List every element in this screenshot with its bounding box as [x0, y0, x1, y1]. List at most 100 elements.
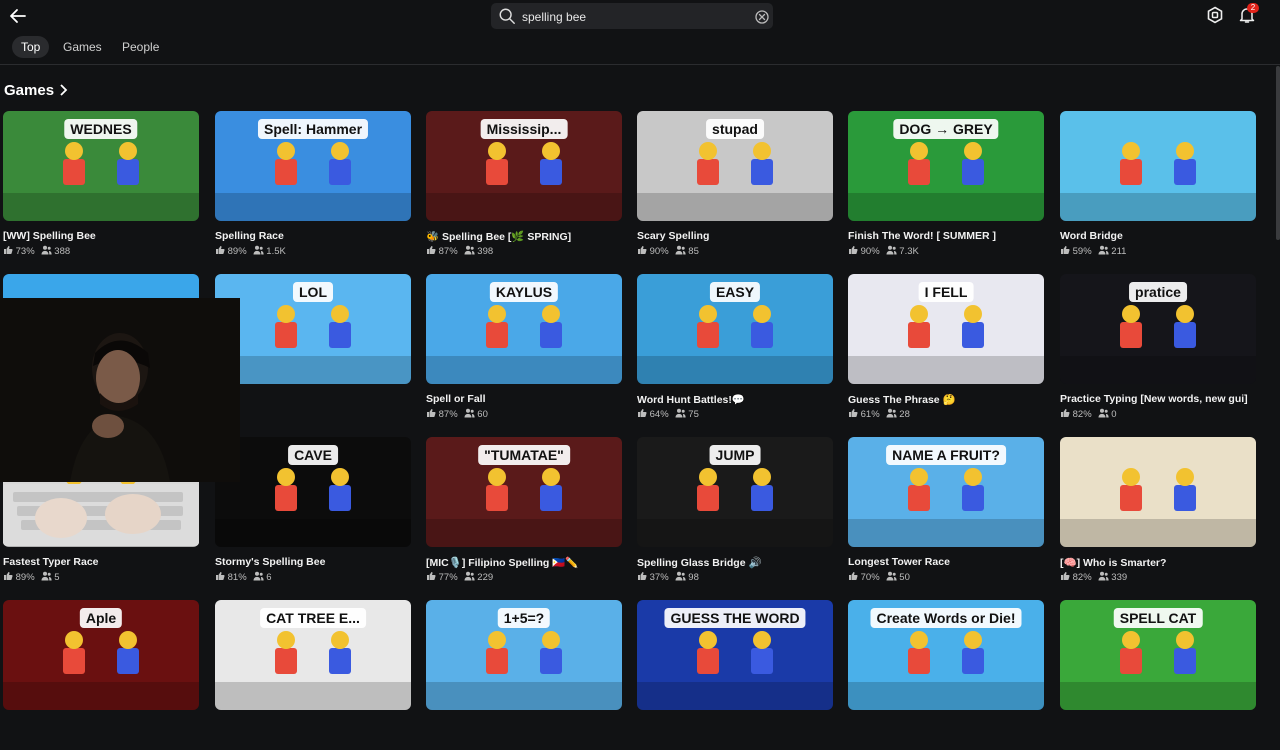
thumbnail-text: SPELL CAT: [1113, 608, 1203, 628]
game-thumbnail[interactable]: GUESS THE WORD: [637, 600, 833, 710]
scrollbar[interactable]: [1276, 66, 1280, 240]
game-thumbnail[interactable]: CAT TREE E...: [215, 600, 411, 710]
game-thumbnail[interactable]: 1+5=?: [426, 600, 622, 710]
game-thumbnail[interactable]: JUMP: [637, 437, 833, 547]
thumbs-up-icon: [216, 246, 225, 254]
game-thumbnail[interactable]: [1060, 111, 1256, 221]
search-icon: [499, 8, 515, 24]
game-stats: 87% 60: [426, 408, 494, 420]
thumbs-up-icon: [427, 409, 436, 417]
game-card[interactable]: stupad Scary Spelling 90% 85: [637, 111, 833, 261]
game-thumbnail[interactable]: LOL: [215, 274, 411, 384]
game-title[interactable]: Spell or Fall: [426, 393, 622, 405]
game-thumbnail[interactable]: Create Words or Die!: [848, 600, 1044, 710]
game-stats: 37% 98: [637, 571, 705, 583]
thumbnail-text: WEDNES: [64, 119, 138, 139]
game-thumbnail[interactable]: Aple: [3, 600, 199, 710]
player-count: 6: [266, 572, 272, 583]
game-card[interactable]: Create Words or Die!: [848, 600, 1044, 750]
player-count: 229: [477, 572, 494, 583]
game-card[interactable]: KAYLUS Spell or Fall 87% 60: [426, 274, 622, 424]
player-count: 398: [477, 246, 494, 257]
game-thumbnail[interactable]: KAYLUS: [426, 274, 622, 384]
game-title[interactable]: Spelling Race: [215, 230, 411, 242]
game-title[interactable]: Spelling Glass Bridge 🔊: [637, 556, 833, 569]
game-title[interactable]: Stormy's Spelling Bee: [215, 556, 411, 568]
thumbnail-text: 1+5=?: [497, 608, 551, 628]
back-arrow-icon[interactable]: [6, 4, 30, 28]
game-card[interactable]: CAT TREE E...: [215, 600, 411, 750]
game-card[interactable]: 1+5=?: [426, 600, 622, 750]
thumbnail-art: [1060, 142, 1256, 221]
player-count: 85: [688, 246, 699, 257]
game-card[interactable]: NAME A FRUIT? Longest Tower Race 70% 50: [848, 437, 1044, 587]
thumbs-up-icon: [4, 246, 13, 254]
tab-top[interactable]: Top: [12, 36, 50, 58]
game-thumbnail[interactable]: pratice: [1060, 274, 1256, 384]
game-stats: 61% 28: [848, 408, 916, 420]
game-thumbnail[interactable]: [1060, 437, 1256, 547]
game-card[interactable]: Spell: Hammer Spelling Race 89% 1.5K: [215, 111, 411, 261]
game-thumbnail[interactable]: "TUMATAE": [426, 437, 622, 547]
game-card[interactable]: Mississip... 🐝 Spelling Bee [🌿 SPRING] 87…: [426, 111, 622, 261]
game-title[interactable]: Word Bridge: [1060, 230, 1256, 242]
game-card[interactable]: WEDNES [WW] Spelling Bee 73% 388: [3, 111, 199, 261]
game-title[interactable]: Word Hunt Battles!💬: [637, 393, 833, 406]
section-title: Games: [4, 82, 55, 99]
game-title[interactable]: Guess The Phrase 🤔: [848, 393, 1044, 406]
game-card[interactable]: Aple: [3, 600, 199, 750]
game-title[interactable]: [WW] Spelling Bee: [3, 230, 199, 242]
game-thumbnail[interactable]: stupad: [637, 111, 833, 221]
game-rating: 82%: [1072, 409, 1092, 420]
thumbnail-text: GUESS THE WORD: [664, 608, 806, 628]
search-input[interactable]: [520, 6, 744, 28]
game-card[interactable]: LOL: [215, 274, 411, 424]
game-card[interactable]: [🧠] Who is Smarter? 82% 339: [1060, 437, 1256, 587]
tab-people[interactable]: People: [113, 36, 168, 58]
robux-icon[interactable]: [1206, 6, 1224, 24]
game-thumbnail[interactable]: DOG → GREY: [848, 111, 1044, 221]
player-count: 28: [899, 409, 910, 420]
game-thumbnail[interactable]: NAME A FRUIT?: [848, 437, 1044, 547]
game-title[interactable]: Scary Spelling: [637, 230, 833, 242]
game-title[interactable]: Fastest Typer Race: [3, 556, 199, 568]
games-section-header[interactable]: Games: [4, 82, 68, 99]
game-title[interactable]: 🐝 Spelling Bee [🌿 SPRING]: [426, 230, 622, 243]
game-title[interactable]: [MIC🎙️] Filipino Spelling 🇵🇭✏️: [426, 556, 622, 569]
game-title[interactable]: Practice Typing [New words, new gui]: [1060, 393, 1256, 405]
game-thumbnail[interactable]: SPELL CAT: [1060, 600, 1256, 710]
game-thumbnail[interactable]: Mississip...: [426, 111, 622, 221]
game-card[interactable]: CAVE Stormy's Spelling Bee 81% 6: [215, 437, 411, 587]
game-card[interactable]: GUESS THE WORD: [637, 600, 833, 750]
clear-search-icon[interactable]: [755, 10, 769, 24]
player-count: 50: [899, 572, 910, 583]
thumbnail-text: CAT TREE E...: [260, 608, 366, 628]
game-thumbnail[interactable]: I FELL: [848, 274, 1044, 384]
game-card[interactable]: DOG → GREY Finish The Word! [ SUMMER ] 90…: [848, 111, 1044, 261]
player-count: 1.5K: [266, 246, 286, 257]
game-thumbnail[interactable]: WEDNES: [3, 111, 199, 221]
game-thumbnail[interactable]: Spell: Hammer: [215, 111, 411, 221]
players-icon: [675, 571, 686, 581]
game-card[interactable]: JUMP Spelling Glass Bridge 🔊 37% 98: [637, 437, 833, 587]
game-card[interactable]: "TUMATAE" [MIC🎙️] Filipino Spelling 🇵🇭✏️ …: [426, 437, 622, 587]
game-title[interactable]: [🧠] Who is Smarter?: [1060, 556, 1256, 569]
player-count: 75: [688, 409, 699, 420]
game-thumbnail[interactable]: EASY: [637, 274, 833, 384]
game-thumbnail[interactable]: CAVE: [215, 437, 411, 547]
thumbnail-text: Create Words or Die!: [870, 608, 1022, 628]
game-title[interactable]: Finish The Word! [ SUMMER ]: [848, 230, 1044, 242]
player-count: 0: [1111, 409, 1117, 420]
game-rating: 61%: [860, 409, 880, 420]
game-card[interactable]: I FELL Guess The Phrase 🤔 61% 28: [848, 274, 1044, 424]
thumbs-up-icon: [216, 572, 225, 580]
game-card[interactable]: Word Bridge 59% 211: [1060, 111, 1256, 261]
search-bar[interactable]: [491, 3, 773, 29]
game-card[interactable]: pratice Practice Typing [New words, new g…: [1060, 274, 1256, 424]
game-card[interactable]: EASY Word Hunt Battles!💬 64% 75: [637, 274, 833, 424]
tab-games[interactable]: Games: [54, 36, 111, 58]
game-title[interactable]: Longest Tower Race: [848, 556, 1044, 568]
game-card[interactable]: SPELL CAT: [1060, 600, 1256, 750]
thumbs-up-icon: [427, 246, 436, 254]
game-stats: 87% 398: [426, 245, 499, 257]
